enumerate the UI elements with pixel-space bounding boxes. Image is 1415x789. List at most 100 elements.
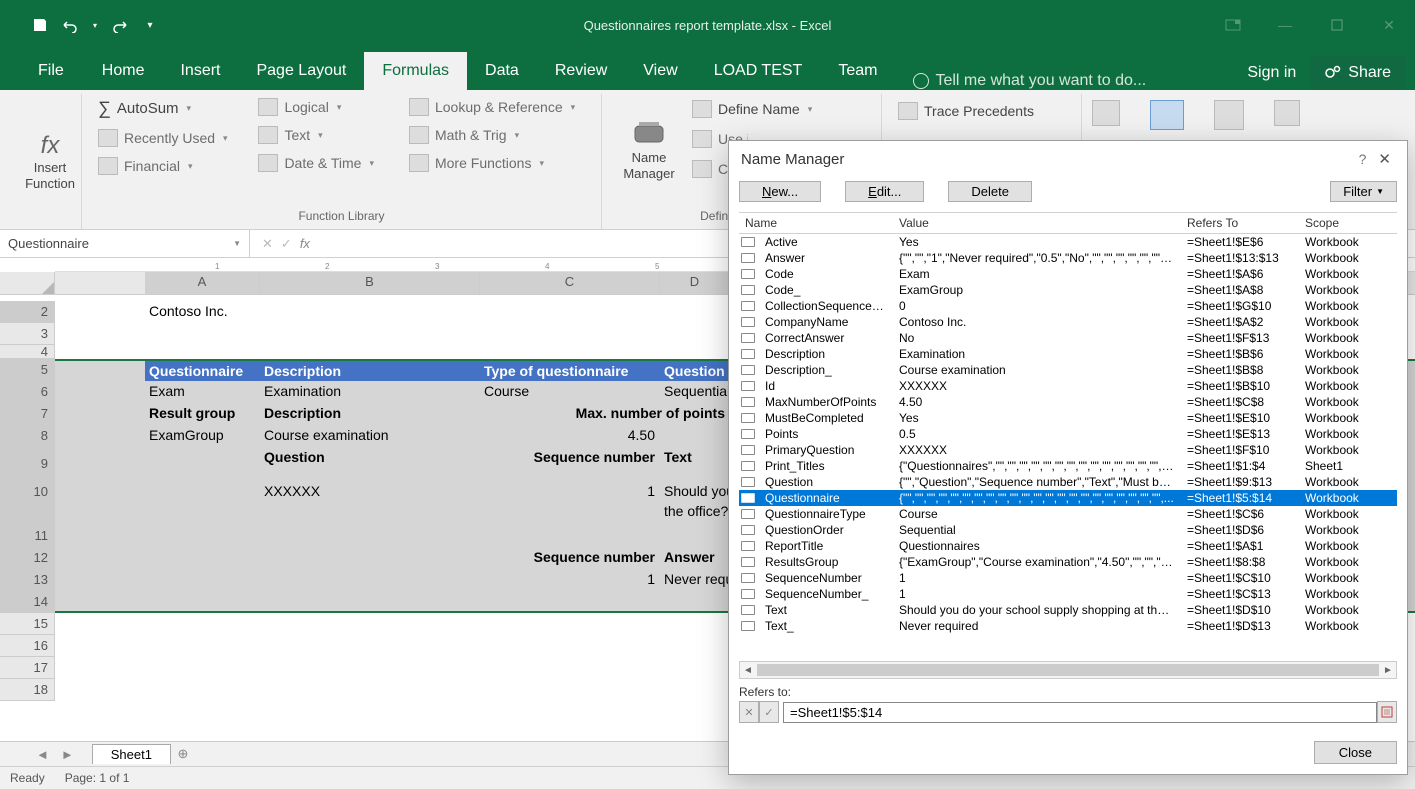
edit-button[interactable]: Edit... xyxy=(845,181,924,202)
tab-review[interactable]: Review xyxy=(537,52,625,90)
tab-data[interactable]: Data xyxy=(467,52,537,90)
morefn-button[interactable]: More Functions▾ xyxy=(403,150,591,176)
name-list-row[interactable]: IdXXXXXX=Sheet1!$B$10Workbook xyxy=(739,378,1397,394)
select-all-corner[interactable] xyxy=(0,272,55,295)
name-list-row[interactable]: DescriptionExamination=Sheet1!$B$6Workbo… xyxy=(739,346,1397,362)
cell[interactable]: Exam xyxy=(145,381,260,403)
cell[interactable]: Description xyxy=(260,403,480,425)
name-box[interactable]: Questionnaire ▼ xyxy=(0,230,250,257)
row-header[interactable]: 7 xyxy=(0,403,55,425)
calc-options-icon[interactable] xyxy=(1214,100,1244,130)
financial-button[interactable]: Financial▾ xyxy=(92,153,240,179)
tab-page-layout[interactable]: Page Layout xyxy=(238,52,364,90)
sheet-nav-next-icon[interactable]: ► xyxy=(55,747,80,762)
new-sheet-button[interactable]: ⊕ xyxy=(171,744,195,764)
range-picker-icon[interactable] xyxy=(1377,701,1397,723)
col-name-header[interactable]: Name xyxy=(739,213,893,233)
name-list-row[interactable]: QuestionOrderSequential=Sheet1!$D$6Workb… xyxy=(739,522,1397,538)
name-list-row[interactable]: Questionnaire{"","","","","","","","",""… xyxy=(739,490,1397,506)
trace-precedents-button[interactable]: Trace Precedents xyxy=(892,98,1071,124)
insert-function-button[interactable]: fx Insert Function xyxy=(16,94,84,229)
name-list-row[interactable]: Question{"","Question","Sequence number"… xyxy=(739,474,1397,490)
scroll-right-icon[interactable]: ► xyxy=(1380,665,1396,676)
row-header[interactable]: 11 xyxy=(0,525,55,547)
namebox-dropdown-icon[interactable]: ▼ xyxy=(233,239,241,248)
name-list-row[interactable]: Text_Never required=Sheet1!$D$13Workbook xyxy=(739,618,1397,634)
tab-formulas[interactable]: Formulas xyxy=(364,52,467,90)
cell[interactable]: Contoso Inc. xyxy=(145,301,260,323)
save-icon[interactable] xyxy=(30,15,50,35)
name-list-row[interactable]: Description_Course examination=Sheet1!$B… xyxy=(739,362,1397,378)
close-button[interactable]: Close xyxy=(1314,741,1397,764)
cell[interactable]: Description xyxy=(260,361,480,381)
close-icon[interactable]: ✕ xyxy=(1363,0,1415,50)
cell[interactable]: Result group xyxy=(145,403,260,425)
col-header[interactable]: B xyxy=(260,272,480,294)
refers-to-input[interactable] xyxy=(783,702,1377,723)
col-header[interactable]: C xyxy=(480,272,660,294)
col-scope-header[interactable]: Scope xyxy=(1299,213,1379,233)
scroll-thumb[interactable] xyxy=(757,664,1379,676)
cell[interactable]: Answer xyxy=(660,547,730,569)
cell[interactable]: Course xyxy=(480,381,660,403)
refers-cancel-icon[interactable]: ✕ xyxy=(739,701,759,723)
row-header[interactable]: 17 xyxy=(0,657,55,679)
maximize-icon[interactable] xyxy=(1311,0,1363,50)
cell[interactable]: Course examination xyxy=(260,425,480,447)
row-header[interactable]: 4 xyxy=(0,345,55,359)
cell[interactable]: XXXXXX xyxy=(260,481,480,525)
refers-accept-icon[interactable]: ✓ xyxy=(759,701,779,723)
new-button[interactable]: New... xyxy=(739,181,821,202)
cell[interactable]: Sequence number xyxy=(480,447,660,481)
dialog-close-icon[interactable]: ✕ xyxy=(1374,150,1395,168)
cell[interactable]: ExamGroup xyxy=(145,425,260,447)
cell[interactable]: Examination xyxy=(260,381,480,403)
cell[interactable]: Never required xyxy=(660,569,730,591)
enter-formula-icon[interactable]: ✓ xyxy=(281,236,292,252)
tab-home[interactable]: Home xyxy=(84,52,163,90)
cell[interactable]: Should you do your school supply shoppin… xyxy=(660,481,730,525)
row-header[interactable]: 16 xyxy=(0,635,55,657)
row-header[interactable]: 2 xyxy=(0,301,55,323)
redo-icon[interactable] xyxy=(110,15,130,35)
sign-in-button[interactable]: Sign in xyxy=(1233,56,1310,90)
watch-window-icon[interactable] xyxy=(1150,100,1184,130)
delete-button[interactable]: Delete xyxy=(948,181,1032,202)
calc-now-icon[interactable] xyxy=(1274,100,1300,126)
name-list-row[interactable]: Points0.5=Sheet1!$E$13Workbook xyxy=(739,426,1397,442)
cell[interactable]: Questionnaire xyxy=(145,361,260,381)
dialog-help-icon[interactable]: ? xyxy=(1351,151,1375,167)
cell[interactable]: Max. number of points xyxy=(480,403,730,425)
cell[interactable]: 4.50 xyxy=(480,425,660,447)
cell[interactable]: Sequence number xyxy=(480,547,660,569)
cell[interactable]: Question order xyxy=(660,361,730,381)
scroll-left-icon[interactable]: ◄ xyxy=(740,665,756,676)
ribbon-options-icon[interactable] xyxy=(1207,0,1259,50)
name-list-row[interactable]: SequenceNumber_1=Sheet1!$C$13Workbook xyxy=(739,586,1397,602)
tab-insert[interactable]: Insert xyxy=(162,52,238,90)
recently-used-button[interactable]: Recently Used▾ xyxy=(92,125,240,151)
sheet-tab[interactable]: Sheet1 xyxy=(92,744,171,764)
undo-icon[interactable] xyxy=(60,15,80,35)
name-list-row[interactable]: Print_Titles{"Questionnaires","","","","… xyxy=(739,458,1397,474)
col-header[interactable]: A xyxy=(145,272,260,294)
col-value-header[interactable]: Value xyxy=(893,213,1181,233)
lookup-button[interactable]: Lookup & Reference▾ xyxy=(403,94,591,120)
name-list-row[interactable]: SequenceNumber1=Sheet1!$C$10Workbook xyxy=(739,570,1397,586)
row-header[interactable]: 6 xyxy=(0,381,55,403)
row-header[interactable]: 15 xyxy=(0,613,55,635)
name-list-row[interactable]: CorrectAnswerNo=Sheet1!$F$13Workbook xyxy=(739,330,1397,346)
datetime-button[interactable]: Date & Time▾ xyxy=(252,150,391,176)
logical-button[interactable]: Logical▾ xyxy=(252,94,391,120)
name-list-row[interactable]: ActiveYes=Sheet1!$E$6Workbook xyxy=(739,234,1397,250)
row-header[interactable]: 14 xyxy=(0,591,55,613)
tab-team[interactable]: Team xyxy=(820,52,895,90)
cell[interactable]: 1 xyxy=(480,481,660,525)
name-list-row[interactable]: MaxNumberOfPoints4.50=Sheet1!$C$8Workboo… xyxy=(739,394,1397,410)
share-button[interactable]: Share xyxy=(1310,56,1405,90)
cell[interactable]: Type of questionnaire xyxy=(480,361,660,381)
cell[interactable]: Question xyxy=(260,447,480,481)
name-list-row[interactable]: QuestionnaireTypeCourse=Sheet1!$C$6Workb… xyxy=(739,506,1397,522)
col-refersto-header[interactable]: Refers To xyxy=(1181,213,1299,233)
row-header[interactable]: 9 xyxy=(0,447,55,481)
